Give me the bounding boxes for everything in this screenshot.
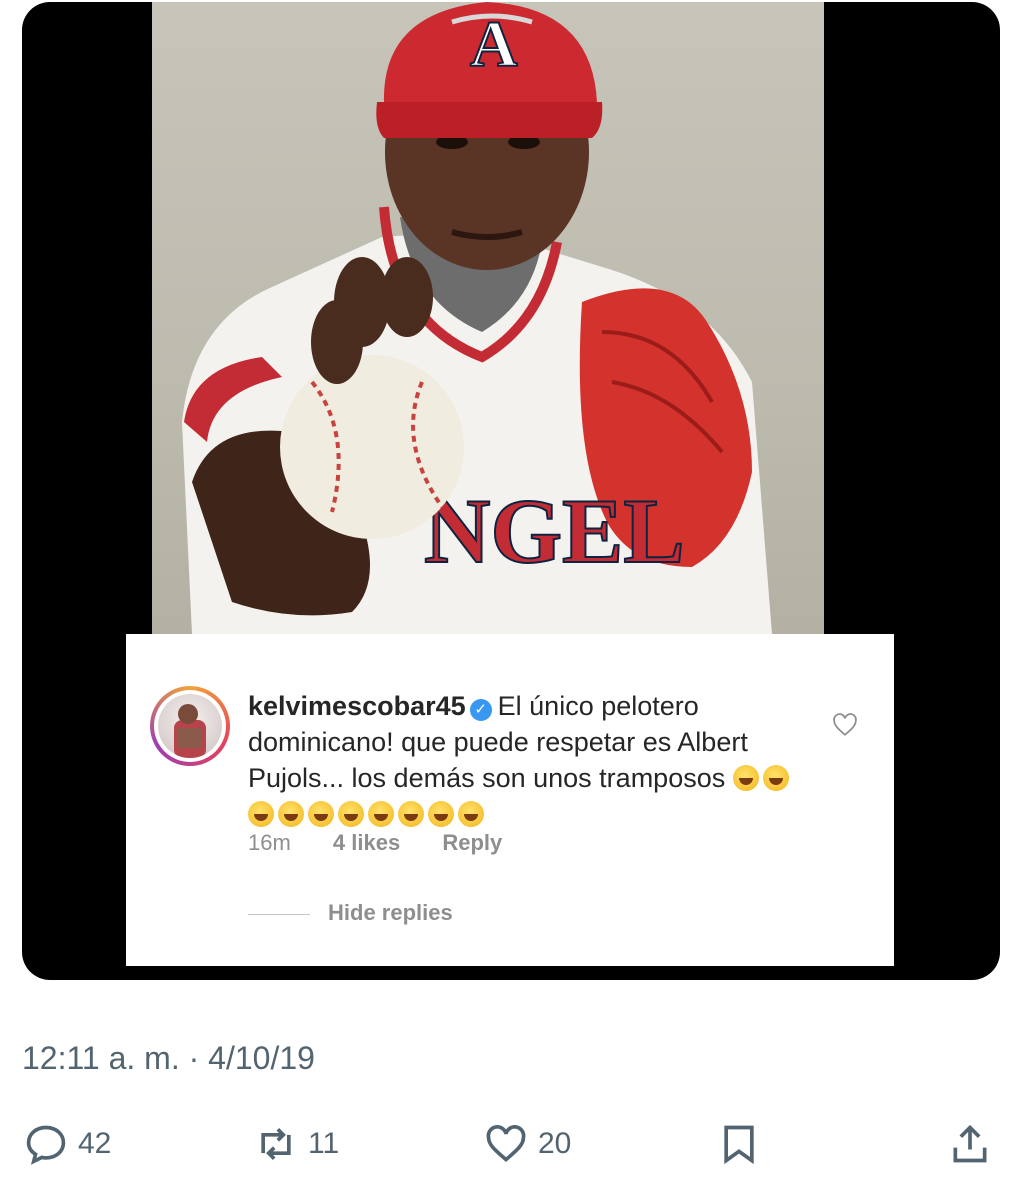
tweet-timestamp[interactable]: 12:11 a. m. · 4/10/19 <box>22 1040 315 1077</box>
like-button[interactable]: 20 <box>484 1118 571 1170</box>
share-button[interactable] <box>948 1118 992 1170</box>
instagram-comment-card: kelvimescobar45 ✓ El único pelotero domini… <box>126 634 894 966</box>
comment-line-1: El único pelotero <box>497 691 699 721</box>
laughing-emoji-icon <box>458 801 484 827</box>
reply-button[interactable]: 42 <box>24 1118 111 1170</box>
bookmark-icon <box>724 1125 754 1165</box>
hide-replies-label: Hide replies <box>328 900 453 925</box>
retweet-count: 11 <box>308 1127 340 1160</box>
tweet-media-card[interactable]: A NGEL kelvimescobar45 ✓ El único pelote… <box>22 2 1000 980</box>
comment-meta: 16m 4 likes Reply <box>248 830 538 856</box>
bookmark-button[interactable] <box>717 1118 761 1170</box>
jersey-lettering: NGEL <box>424 480 685 582</box>
avatar[interactable] <box>150 686 230 766</box>
laughing-emoji-icon <box>398 801 424 827</box>
share-icon <box>953 1124 987 1163</box>
hide-replies-button[interactable]: Hide replies <box>248 900 453 926</box>
laughing-emoji-icon <box>428 801 454 827</box>
avatar-image <box>158 694 222 758</box>
laughing-emoji-icon <box>732 765 759 791</box>
laughing-emoji-icon <box>248 801 274 827</box>
comment-line-2: dominicano! que puede respetar es Albert <box>248 727 748 757</box>
divider <box>248 913 310 915</box>
comment-likes[interactable]: 4 likes <box>333 830 400 855</box>
laughing-emoji-icon <box>308 801 334 827</box>
comment-time: 16m <box>248 830 291 855</box>
like-icon <box>486 1125 526 1162</box>
tweet-actions-bar: 42 11 20 <box>22 1118 1000 1170</box>
reply-count: 42 <box>78 1127 112 1160</box>
laughing-emoji-icon <box>338 801 364 827</box>
retweet-button[interactable]: 11 <box>254 1118 339 1170</box>
laughing-emoji-icon <box>368 801 394 827</box>
heart-icon[interactable] <box>832 712 858 738</box>
laughing-emoji-icon <box>762 765 789 791</box>
comment-text: kelvimescobar45 ✓ El único pelotero domini… <box>248 688 818 832</box>
comment-line-3: Pujols... los demás son unos tramposos <box>248 763 726 793</box>
emoji-row <box>248 799 488 829</box>
comment-reply-button[interactable]: Reply <box>442 830 502 855</box>
reply-icon <box>26 1125 66 1165</box>
comment-username[interactable]: kelvimescobar45 <box>248 691 466 721</box>
verified-icon: ✓ <box>469 699 492 721</box>
retweet-icon <box>261 1128 291 1160</box>
like-count: 20 <box>538 1127 572 1160</box>
laughing-emoji-icon <box>278 801 304 827</box>
player-photo: A NGEL <box>152 2 824 634</box>
